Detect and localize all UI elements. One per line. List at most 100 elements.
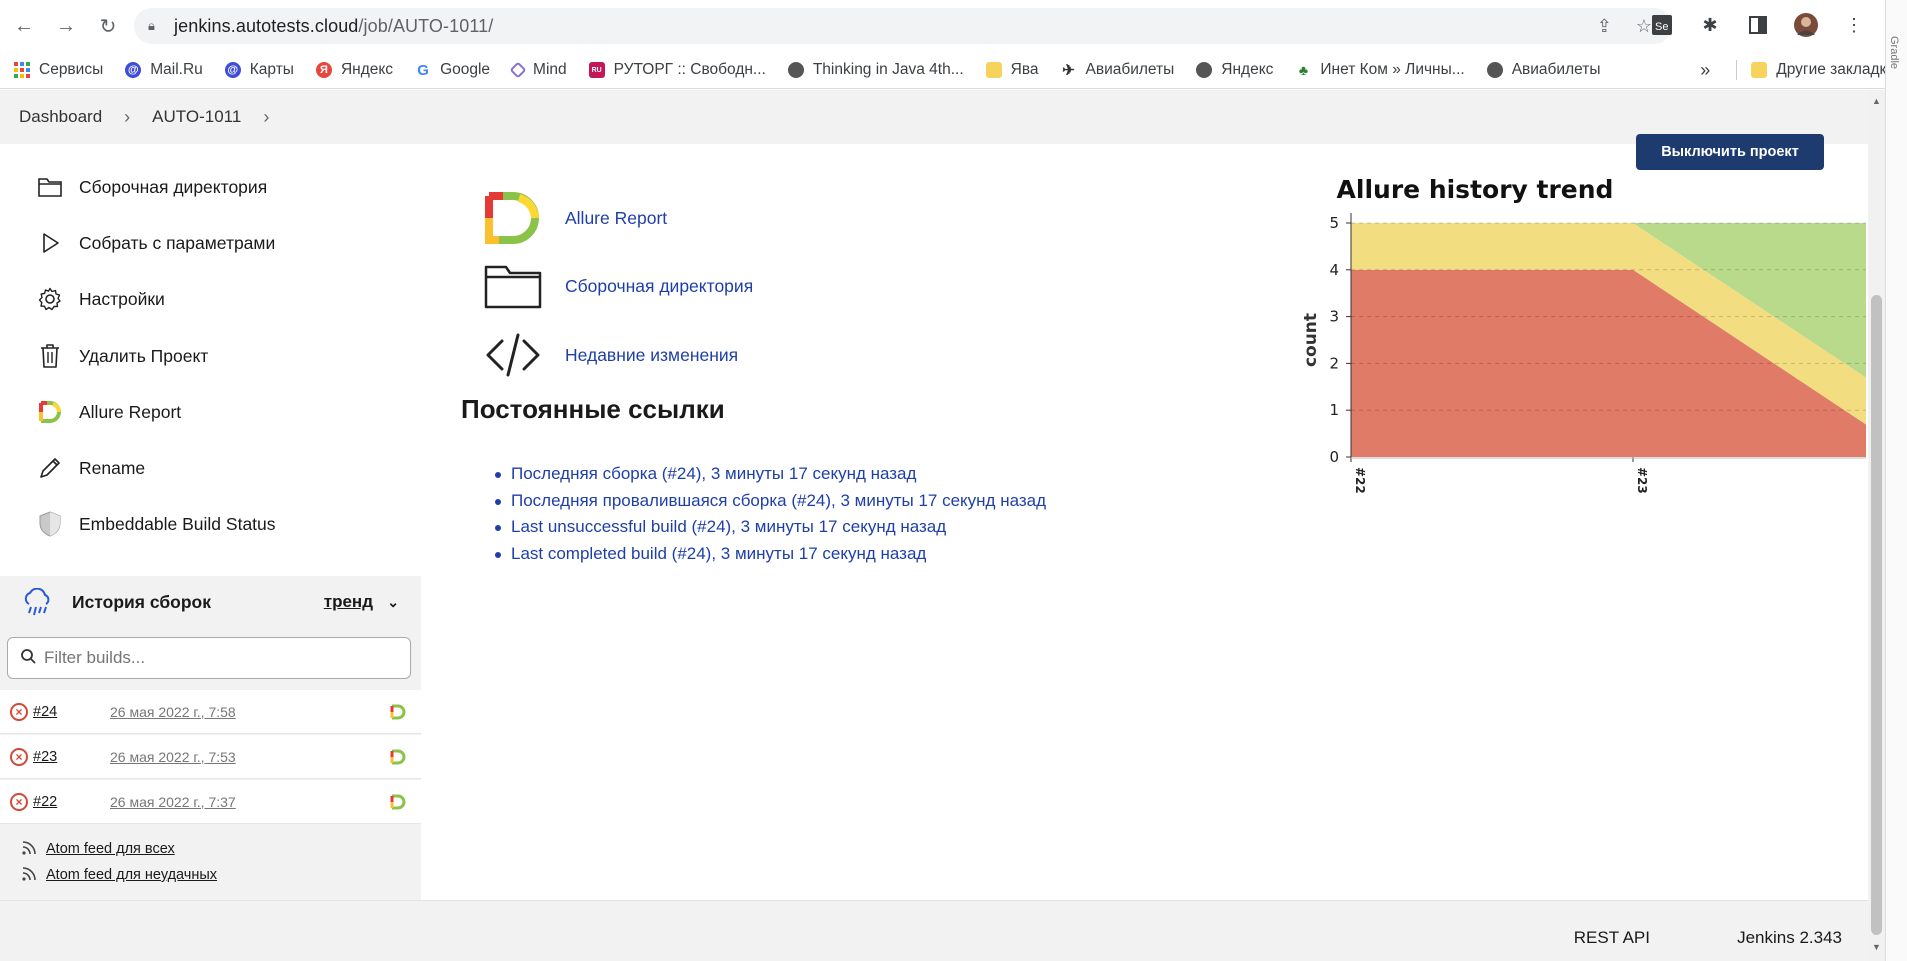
bookmark-item[interactable]: G Google bbox=[415, 61, 490, 79]
browser-menu-icon[interactable]: ⋮ bbox=[1841, 12, 1867, 38]
sidebar-item-label: Allure Report bbox=[79, 401, 182, 422]
bookmark-item[interactable]: @ Mail.Ru bbox=[125, 61, 203, 79]
breadcrumb-chevron-icon[interactable]: › bbox=[263, 107, 269, 128]
cloud-rain-icon bbox=[22, 588, 50, 616]
side-panel-icon[interactable] bbox=[1745, 12, 1771, 38]
scrollbar-thumb[interactable] bbox=[1871, 295, 1882, 935]
trash-icon bbox=[36, 342, 64, 370]
atom-feed-failed-label: Atom feed для неудачных bbox=[46, 867, 218, 883]
sidebar-item-workspace[interactable]: Сборочная директория bbox=[36, 171, 267, 203]
more-bookmarks-button[interactable]: » bbox=[1700, 60, 1710, 81]
workspace-link[interactable]: Сборочная директория bbox=[565, 276, 753, 297]
profile-avatar-icon[interactable] bbox=[1793, 12, 1819, 38]
recent-changes-link[interactable]: Недавние изменения bbox=[565, 345, 738, 366]
allure-report-link[interactable]: Allure Report bbox=[565, 208, 667, 229]
chevron-down-icon[interactable]: ⌄ bbox=[387, 594, 399, 611]
build-date-link[interactable]: 26 мая 2022 г., 7:37 bbox=[110, 794, 236, 810]
atom-feed-failed-link[interactable]: Atom feed для неудачных bbox=[22, 867, 217, 883]
bookmark-item[interactable]: ♣ Инет Ком » Личны... bbox=[1295, 61, 1465, 79]
breadcrumb-job[interactable]: AUTO-1011 bbox=[152, 107, 241, 127]
allure-icon[interactable] bbox=[390, 704, 406, 720]
forward-icon[interactable]: → bbox=[48, 8, 84, 44]
shield-icon bbox=[36, 510, 64, 538]
mailru-icon: @ bbox=[125, 62, 142, 78]
atom-feed-all-link[interactable]: Atom feed для всех bbox=[22, 841, 175, 857]
maps-icon: @ bbox=[224, 62, 241, 78]
build-row[interactable]: × #24 26 мая 2022 г., 7:58 bbox=[0, 690, 421, 734]
mind-icon bbox=[509, 61, 527, 79]
trend-link[interactable]: тренд bbox=[324, 592, 373, 612]
scroll-up-arrow-icon[interactable]: ▲ bbox=[1872, 96, 1881, 106]
allure-icon bbox=[484, 189, 542, 247]
selenium-extension-icon[interactable]: Se bbox=[1649, 12, 1675, 38]
allure-icon[interactable] bbox=[390, 749, 406, 765]
sidebar-item-settings[interactable]: Настройки bbox=[36, 283, 165, 315]
bookmark-label: Карты bbox=[249, 61, 294, 78]
sidebar-item-embeddable-status[interactable]: Embeddable Build Status bbox=[36, 508, 276, 540]
permalink-item[interactable]: Last completed build (#24), 3 минуты 17 … bbox=[494, 544, 1046, 571]
build-date-link[interactable]: 26 мая 2022 г., 7:53 bbox=[110, 749, 236, 765]
address-bar[interactable]: 🔒︎ jenkins.autotests.cloud/job/AUTO-1011… bbox=[134, 8, 1672, 44]
bookmark-item[interactable]: Thinking in Java 4th... bbox=[787, 61, 964, 79]
rest-api-link[interactable]: REST API bbox=[1574, 928, 1650, 948]
sidebar-item-rename[interactable]: Rename bbox=[36, 452, 145, 484]
lock-icon[interactable]: 🔒︎ bbox=[148, 18, 162, 34]
side-panel-strip: Gradle bbox=[1885, 0, 1907, 961]
share-icon[interactable]: ⇪ bbox=[1597, 16, 1612, 37]
bookmarks-overflow: » Другие закладки bbox=[1700, 52, 1907, 88]
build-row[interactable]: × #22 26 мая 2022 г., 7:37 bbox=[0, 780, 421, 824]
permalink-item[interactable]: Последняя провалившаяся сборка (#24), 3 … bbox=[494, 491, 1046, 518]
bookmark-label: Mind bbox=[533, 61, 567, 78]
bookmark-item[interactable]: @ Карты bbox=[224, 61, 294, 79]
extensions-puzzle-icon[interactable]: ✱ bbox=[1697, 12, 1723, 38]
bookmark-item[interactable]: Сервисы bbox=[14, 61, 103, 79]
recent-changes-link-item[interactable]: Недавние изменения bbox=[484, 326, 738, 384]
bookmark-item[interactable]: ✈ Авиабилеты bbox=[1061, 61, 1174, 79]
build-history-title: История сборок bbox=[72, 591, 212, 612]
build-number-link[interactable]: #24 bbox=[33, 704, 57, 720]
scroll-down-arrow-icon[interactable]: ▼ bbox=[1872, 942, 1881, 952]
build-number-link[interactable]: #23 bbox=[33, 749, 57, 765]
workspace-link-item[interactable]: Сборочная директория bbox=[484, 257, 753, 315]
bookmark-item[interactable]: Ява bbox=[985, 61, 1039, 79]
chart-y-tick-label: 5 bbox=[1329, 214, 1339, 232]
bookmark-label: Яндекс bbox=[340, 61, 394, 78]
yandex-icon: Я bbox=[315, 62, 332, 78]
allure-trend-chart[interactable]: Allure history trend count 0 1 2 3 4 5 #22 #23… bbox=[1086, 160, 1907, 680]
breadcrumb-chevron-icon[interactable]: › bbox=[124, 107, 130, 128]
jenkins-version-link[interactable]: Jenkins 2.343 bbox=[1737, 928, 1842, 948]
page-scrollbar[interactable]: ▲ ▼ bbox=[1868, 90, 1885, 961]
bookmark-item[interactable]: Авиабилеты bbox=[1486, 61, 1600, 79]
reload-icon[interactable]: ↻ bbox=[90, 8, 126, 44]
bookmark-item[interactable]: Mind bbox=[509, 61, 567, 79]
filter-builds-input[interactable] bbox=[44, 648, 384, 668]
bookmark-item[interactable]: Я Яндекс bbox=[315, 61, 394, 79]
bookmark-item[interactable]: RU РУТОРГ :: Свободн... bbox=[588, 61, 766, 79]
url-host: jenkins.autotests.cloud bbox=[174, 15, 359, 36]
bookmark-item[interactable]: Яндекс bbox=[1196, 61, 1273, 79]
back-icon[interactable]: ← bbox=[6, 8, 42, 44]
chart-y-tick-label: 0 bbox=[1329, 448, 1339, 466]
allure-icon[interactable] bbox=[390, 794, 406, 810]
chart-x-ticks: #22#23#24 bbox=[1350, 457, 1649, 494]
gradle-panel-label[interactable]: Gradle bbox=[1888, 36, 1900, 69]
build-number-link[interactable]: #22 bbox=[33, 794, 57, 810]
sidebar-item-delete[interactable]: Удалить Проект bbox=[36, 340, 208, 372]
main-area: Сборочная директория Собрать с параметра… bbox=[0, 134, 1907, 900]
allure-report-link-item[interactable]: Allure Report bbox=[484, 189, 667, 247]
permalinks-title: Постоянные ссылки bbox=[461, 394, 725, 424]
other-bookmarks-button[interactable]: Другие закладки bbox=[1776, 61, 1895, 79]
sidebar-item-allure-report[interactable]: Allure Report bbox=[36, 396, 181, 428]
chart-y-tick-label: 1 bbox=[1329, 401, 1339, 419]
permalink-item[interactable]: Last unsuccessful build (#24), 3 минуты … bbox=[494, 517, 1046, 544]
bookmark-label: Инет Ком » Личны... bbox=[1320, 61, 1465, 78]
folder-icon bbox=[1751, 62, 1768, 78]
bookmark-label: Сервисы bbox=[39, 61, 104, 78]
permalink-item[interactable]: Последняя сборка (#24), 3 минуты 17 секу… bbox=[494, 464, 1046, 491]
breadcrumb-dashboard[interactable]: Dashboard bbox=[19, 107, 102, 127]
omnibox-actions: ⇪ ☆ bbox=[1597, 16, 1652, 37]
filter-builds-field[interactable] bbox=[7, 637, 411, 679]
sidebar-item-build-with-params[interactable]: Собрать с параметрами bbox=[36, 227, 275, 259]
build-row[interactable]: × #23 26 мая 2022 г., 7:53 bbox=[0, 735, 421, 779]
build-date-link[interactable]: 26 мая 2022 г., 7:58 bbox=[110, 704, 236, 720]
